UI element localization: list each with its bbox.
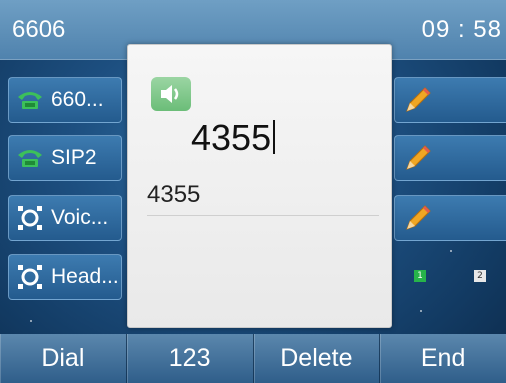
edit-pencil-icon — [401, 141, 435, 175]
line-key-right-2[interactable] — [394, 135, 506, 181]
clock-time: 09 : 58 — [421, 16, 502, 43]
dial-dialog: 4355 4355 — [127, 44, 392, 328]
edit-pencil-icon — [401, 83, 435, 117]
line-key-headset[interactable]: Head... — [8, 254, 122, 300]
dial-softkey[interactable]: Dial — [0, 334, 127, 383]
line-key-right-1[interactable] — [394, 77, 506, 123]
dial-number-input[interactable]: 4355 — [191, 117, 276, 159]
background-star — [420, 310, 422, 312]
line-key-2[interactable]: SIP2 — [8, 135, 122, 181]
page-indicator-2[interactable]: 2 — [474, 270, 486, 282]
line-key-label: SIP2 — [51, 146, 97, 169]
background-star — [450, 250, 452, 252]
line-key-1[interactable]: 660... — [8, 77, 122, 123]
speaker-icon — [151, 77, 191, 111]
end-softkey[interactable]: End — [380, 334, 506, 383]
voicemail-icon — [15, 203, 45, 233]
account-label: 6606 — [12, 16, 66, 43]
edit-pencil-icon — [401, 201, 435, 235]
line-key-label: Head... — [51, 265, 119, 288]
headset-icon — [15, 262, 45, 292]
page-indicator-1[interactable]: 1 — [414, 270, 426, 282]
line-key-right-3[interactable] — [394, 195, 506, 241]
search-match-item[interactable]: 4355 — [147, 181, 200, 209]
line-key-label: Voic... — [51, 206, 109, 229]
input-mode-softkey[interactable]: 123 — [127, 334, 254, 383]
divider — [147, 215, 379, 216]
delete-softkey[interactable]: Delete — [254, 334, 381, 383]
line-key-voicemail[interactable]: Voic... — [8, 195, 122, 241]
dial-number-text: 4355 — [191, 117, 272, 158]
background-star — [30, 320, 32, 322]
softkey-bar: Dial 123 Delete End — [0, 334, 506, 383]
text-cursor — [273, 120, 276, 154]
phone-handset-icon — [15, 143, 45, 173]
line-key-label: 660... — [51, 88, 104, 111]
phone-handset-icon — [15, 85, 45, 115]
